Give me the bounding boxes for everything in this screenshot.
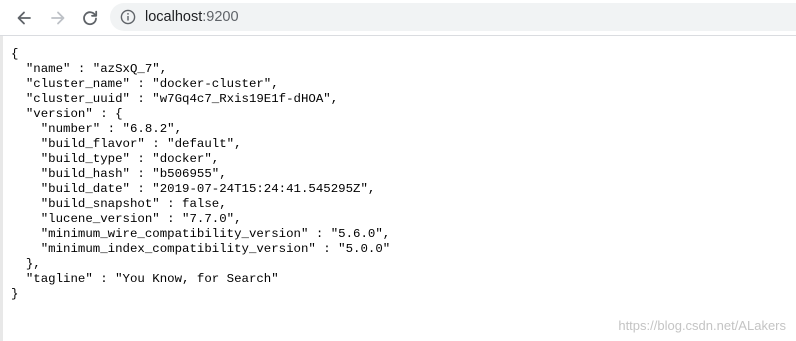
- reload-button[interactable]: [77, 5, 103, 31]
- reload-icon: [81, 9, 99, 27]
- forward-arrow-icon: [49, 9, 67, 27]
- url-text[interactable]: localhost:9200: [145, 8, 239, 26]
- json-line: "minimum_wire_compatibility_version" : "…: [11, 227, 391, 241]
- json-line: },: [11, 257, 41, 271]
- json-line: "tagline" : "You Know, for Search": [11, 272, 279, 286]
- watermark: https://blog.csdn.net/ALakers: [618, 318, 786, 333]
- info-icon[interactable]: [120, 9, 136, 25]
- json-line: "minimum_index_compatibility_version" : …: [11, 242, 391, 256]
- back-button[interactable]: [11, 5, 37, 31]
- page-left-edge: [0, 36, 3, 341]
- json-line: "build_flavor" : "default",: [11, 137, 242, 151]
- json-line: "cluster_uuid" : "w7Gq4c7_Rxis19E1f-dHOA…: [11, 92, 339, 106]
- json-line: "name" : "azSxQ_7",: [11, 62, 168, 76]
- back-arrow-icon: [15, 9, 33, 27]
- browser-toolbar: localhost:9200: [0, 0, 796, 36]
- json-line: }: [11, 287, 19, 301]
- json-response: { "name" : "azSxQ_7", "cluster_name" : "…: [11, 47, 783, 302]
- json-line: "build_snapshot" : false,: [11, 197, 227, 211]
- url-host: localhost: [145, 9, 203, 25]
- json-line: "build_hash" : "b506955",: [11, 167, 227, 181]
- json-line: "lucene_version" : "7.7.0",: [11, 212, 242, 226]
- json-line: "version" : {: [11, 107, 123, 121]
- forward-button[interactable]: [45, 5, 71, 31]
- json-line: "number" : "6.8.2",: [11, 122, 183, 136]
- json-line: {: [11, 47, 19, 61]
- json-line: "build_date" : "2019-07-24T15:24:41.5452…: [11, 182, 376, 196]
- json-line: "build_type" : "docker",: [11, 152, 220, 166]
- address-bar[interactable]: localhost:9200: [110, 3, 796, 31]
- page-content: { "name" : "azSxQ_7", "cluster_name" : "…: [11, 47, 783, 332]
- url-port: :9200: [202, 9, 239, 25]
- json-line: "cluster_name" : "docker-cluster",: [11, 77, 279, 91]
